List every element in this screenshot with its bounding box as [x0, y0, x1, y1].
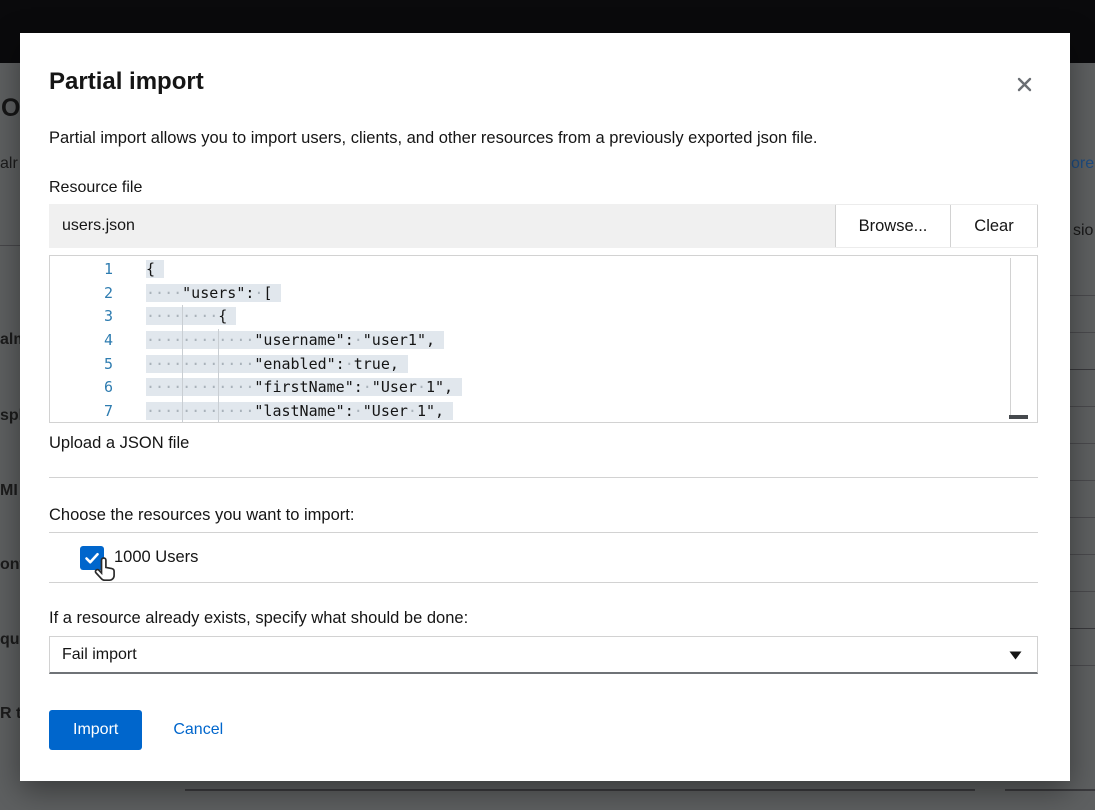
code-line-text: ············"enabled":·true, [141, 353, 408, 377]
indent-guide [182, 376, 183, 400]
background-row-line [1070, 369, 1095, 370]
code-editor[interactable]: 1{ 2····"users":·[ 3········{ 4·········… [49, 255, 1038, 423]
strategy-label: If a resource already exists, specify wh… [49, 608, 1038, 628]
upload-helper-text: Upload a JSON file [49, 433, 1038, 453]
close-icon[interactable] [1012, 72, 1036, 96]
code-line-text: { [141, 258, 164, 282]
code-editor-lines: 1{ 2····"users":·[ 3········{ 4·········… [50, 258, 1037, 423]
background-text-fragment: MI [0, 482, 18, 500]
indent-guide [182, 305, 183, 329]
indent-guide [218, 400, 219, 423]
background-text-fragment: qu [0, 631, 20, 649]
line-number: 4 [50, 329, 141, 353]
background-field-underline [185, 789, 975, 791]
code-line-text: ········{ [141, 305, 236, 329]
background-row-line [1070, 554, 1095, 555]
background-row-line [1070, 295, 1095, 296]
indent-guide [182, 353, 183, 377]
partial-import-modal: Partial import Partial import allows you… [20, 33, 1070, 781]
strategy-selected-value: Fail import [62, 646, 137, 663]
background-text-fragment: sio [1073, 222, 1093, 240]
background-text-fragment: alr [0, 155, 18, 173]
strategy-select[interactable]: Fail import [49, 636, 1038, 674]
checkmark-icon [84, 550, 100, 566]
code-line: 5············"enabled":·true, [50, 353, 1037, 377]
line-number: 7 [50, 400, 141, 423]
divider [49, 582, 1038, 583]
code-line: 7············"lastName":·"User·1", [50, 400, 1037, 423]
indent-guide [182, 400, 183, 423]
users-checkbox[interactable] [80, 546, 104, 570]
indent-guide [182, 329, 183, 353]
resource-checkbox-row: 1000 Users [49, 533, 1038, 582]
indent-guide [218, 353, 219, 377]
modal-header: Partial import [49, 66, 1038, 98]
import-button[interactable]: Import [49, 710, 142, 750]
cancel-button[interactable]: Cancel [173, 721, 223, 739]
background-row-line [1070, 480, 1095, 481]
divider [49, 477, 1038, 478]
background-row-line [1070, 591, 1095, 592]
indent-guide [218, 329, 219, 353]
background-field-underline [1005, 789, 1095, 791]
background-text-fragment: R t [0, 705, 21, 723]
background-row-line [1070, 443, 1095, 444]
file-upload-group: users.json Browse... Clear [49, 204, 1038, 248]
background-row-line [1070, 332, 1095, 333]
browse-button[interactable]: Browse... [835, 205, 950, 247]
code-line-text: ····"users":·[ [141, 282, 281, 306]
line-number: 3 [50, 305, 141, 329]
background-row-line [1070, 406, 1095, 407]
indent-guide [218, 376, 219, 400]
code-line: 2····"users":·[ [50, 282, 1037, 306]
clear-button[interactable]: Clear [950, 205, 1038, 247]
file-name-input[interactable]: users.json [49, 204, 835, 248]
background-divider [0, 245, 20, 246]
close-x-glyph [1017, 77, 1032, 92]
editor-scrollbar-track[interactable] [1010, 258, 1011, 417]
modal-description: Partial import allows you to import user… [49, 128, 1038, 149]
code-line: 3········{ [50, 305, 1037, 329]
code-line: 6············"firstName":·"User·1", [50, 376, 1037, 400]
line-number: 2 [50, 282, 141, 306]
background-row-line [1070, 628, 1095, 629]
code-line-text: ············"firstName":·"User·1", [141, 376, 462, 400]
code-line-text: ············"username":·"user1", [141, 329, 444, 353]
users-checkbox-label: 1000 Users [114, 548, 198, 567]
chevron-down-icon [1009, 651, 1022, 660]
line-number: 1 [50, 258, 141, 282]
choose-resources-label: Choose the resources you want to import: [49, 505, 1038, 525]
editor-scrollbar-thumb[interactable] [1009, 415, 1028, 419]
background-link-fragment: ore [1071, 155, 1094, 173]
code-line: 4············"username":·"user1", [50, 329, 1037, 353]
code-line-text: ············"lastName":·"User·1", [141, 400, 453, 423]
background-row-line [1070, 665, 1095, 666]
file-upload-buttons: Browse... Clear [835, 204, 1038, 248]
modal-actions: Import Cancel [49, 710, 1038, 750]
modal-title: Partial import [49, 66, 204, 98]
background-row-line [1070, 517, 1095, 518]
line-number: 6 [50, 376, 141, 400]
line-number: 5 [50, 353, 141, 377]
resource-file-label: Resource file [49, 178, 1038, 198]
code-line: 1{ [50, 258, 1037, 282]
